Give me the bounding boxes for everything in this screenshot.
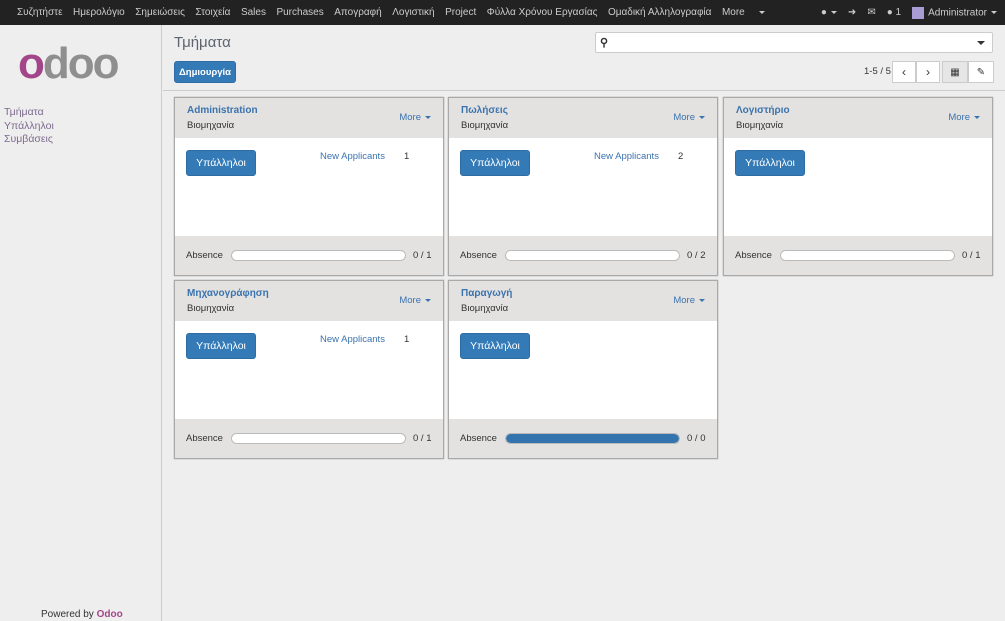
company-name: Βιομηχανία bbox=[461, 303, 509, 314]
main-content: Τμήματα Δημιουργία ⚲ 1-5 / 5 ‹ › ▦ ✎ Adm… bbox=[163, 25, 1005, 621]
create-button[interactable]: Δημιουργία bbox=[174, 61, 236, 83]
search-input[interactable]: ⚲ bbox=[595, 32, 993, 53]
sidebar: odoo Τμήματα Υπάλληλοι Συμβάσεις Powered… bbox=[0, 25, 162, 621]
department-name[interactable]: Administration bbox=[187, 105, 258, 116]
sidebar-item-departments[interactable]: Τμήματα bbox=[4, 106, 54, 120]
absence-progress-bar bbox=[780, 250, 955, 261]
absence-count: 0 / 1 bbox=[962, 250, 981, 261]
menu-item[interactable]: Purchases bbox=[276, 7, 323, 18]
absence-label: Absence bbox=[460, 433, 497, 444]
pager-value[interactable]: 1-5 / 5 bbox=[864, 66, 891, 77]
mail-icon[interactable]: ✉ bbox=[867, 7, 875, 18]
more-dropdown[interactable]: More bbox=[673, 295, 705, 306]
app-menu: Συζητήστε Ημερολόγιο Σημειώσεις Στοιχεία Sal… bbox=[0, 7, 786, 18]
absence-progress-fill bbox=[506, 434, 679, 443]
absence-count: 0 / 2 bbox=[687, 250, 706, 261]
menu-item[interactable]: Στοιχεία bbox=[195, 7, 230, 18]
switch-icon[interactable]: ➜ bbox=[848, 7, 856, 18]
absence-progress-bar bbox=[505, 433, 680, 444]
department-name[interactable]: Πωλήσεις bbox=[461, 105, 508, 116]
absence-progress-bar bbox=[231, 433, 406, 444]
menu-item[interactable]: Συζητήστε bbox=[17, 7, 63, 18]
powered-prefix: Powered by bbox=[41, 609, 94, 620]
sidebar-item-employees[interactable]: Υπάλληλοι bbox=[4, 120, 54, 134]
department-card[interactable]: Λογιστήριο Βιομηχανία More Υπάλληλοι Abse… bbox=[723, 97, 993, 276]
menu-more-label: More bbox=[721, 7, 745, 18]
menu-item[interactable]: Λογιστική bbox=[392, 7, 434, 18]
user-menu[interactable]: Administrator bbox=[912, 6, 997, 19]
department-card[interactable]: Πωλήσεις Βιομηχανία More Υπάλληλοι New Ap… bbox=[448, 97, 718, 276]
company-name: Βιομηχανία bbox=[461, 120, 509, 131]
department-card[interactable]: Administration Βιομηχανία More Υπάλληλοι… bbox=[174, 97, 444, 276]
company-name: Βιομηχανία bbox=[736, 120, 784, 131]
menu-item[interactable]: Sales bbox=[241, 7, 266, 18]
more-label: More bbox=[399, 295, 421, 306]
menu-item[interactable]: Απογραφή bbox=[334, 7, 382, 18]
company-name: Βιομηχανία bbox=[187, 303, 235, 314]
more-dropdown[interactable]: More bbox=[673, 112, 705, 123]
absence-label: Absence bbox=[186, 250, 223, 261]
page-title: Τμήματα bbox=[174, 34, 231, 51]
pager-previous-button[interactable]: ‹ bbox=[892, 61, 916, 83]
absence-label: Absence bbox=[186, 433, 223, 444]
employees-button[interactable]: Υπάλληλοι bbox=[735, 150, 805, 176]
department-name[interactable]: Μηχανογράφηση bbox=[187, 288, 269, 299]
avatar bbox=[912, 6, 925, 19]
more-label: More bbox=[399, 112, 421, 123]
new-applicants-link[interactable]: New Applicants bbox=[594, 151, 659, 162]
company-name: Βιομηχανία bbox=[187, 120, 235, 131]
divider bbox=[163, 90, 1005, 91]
department-card[interactable]: Μηχανογράφηση Βιομηχανία More Υπάλληλοι N… bbox=[174, 280, 444, 459]
more-dropdown[interactable]: More bbox=[399, 295, 431, 306]
department-name[interactable]: Λογιστήριο bbox=[736, 105, 790, 116]
menu-item[interactable]: Φύλλα Χρόνου Εργασίας bbox=[487, 7, 598, 18]
search-dropdown-icon[interactable] bbox=[977, 41, 985, 45]
employees-button[interactable]: Υπάλληλοι bbox=[186, 150, 256, 176]
menu-item[interactable]: Project bbox=[445, 7, 476, 18]
absence-progress-bar bbox=[231, 250, 406, 261]
user-name: Administrator bbox=[928, 7, 987, 19]
odoo-logo[interactable]: odoo bbox=[18, 39, 120, 89]
powered-link[interactable]: Odoo bbox=[97, 609, 123, 620]
pager-next-button[interactable]: › bbox=[916, 61, 940, 83]
more-label: More bbox=[948, 112, 970, 123]
new-applicants-link[interactable]: New Applicants bbox=[320, 334, 385, 345]
sidebar-item-contracts[interactable]: Συμβάσεις bbox=[4, 133, 54, 147]
kanban-view-button[interactable]: ▦ bbox=[942, 61, 968, 83]
search-icon: ⚲ bbox=[600, 37, 609, 49]
absence-progress-bar bbox=[505, 250, 680, 261]
more-dropdown[interactable]: More bbox=[399, 112, 431, 123]
help-icon[interactable]: ● bbox=[821, 7, 837, 18]
more-label: More bbox=[673, 295, 695, 306]
menu-item[interactable]: Σημειώσεις bbox=[135, 7, 185, 18]
absence-label: Absence bbox=[735, 250, 772, 261]
powered-by: Powered by Odoo bbox=[41, 609, 123, 620]
more-label: More bbox=[673, 112, 695, 123]
department-name[interactable]: Παραγωγή bbox=[461, 288, 512, 299]
employees-button[interactable]: Υπάλληλοι bbox=[460, 150, 530, 176]
messages-button[interactable]: ● 1 bbox=[887, 7, 901, 18]
employees-button[interactable]: Υπάλληλοι bbox=[186, 333, 256, 359]
menu-item[interactable]: Ομαδική Αλληλογραφία bbox=[608, 7, 712, 18]
menu-more[interactable]: More bbox=[722, 7, 776, 18]
new-applicants-count: 1 bbox=[404, 334, 410, 345]
department-card[interactable]: Παραγωγή Βιομηχανία More Υπάλληλοι Absenc… bbox=[448, 280, 718, 459]
absence-label: Absence bbox=[460, 250, 497, 261]
absence-count: 0 / 1 bbox=[413, 250, 432, 261]
employees-button[interactable]: Υπάλληλοι bbox=[460, 333, 530, 359]
more-dropdown[interactable]: More bbox=[948, 112, 980, 123]
form-view-button[interactable]: ✎ bbox=[968, 61, 994, 83]
absence-count: 0 / 0 bbox=[687, 433, 706, 444]
absence-count: 0 / 1 bbox=[413, 433, 432, 444]
new-applicants-count: 2 bbox=[678, 151, 684, 162]
new-applicants-link[interactable]: New Applicants bbox=[320, 151, 385, 162]
top-navbar: Συζητήστε Ημερολόγιο Σημειώσεις Στοιχεία Sal… bbox=[0, 0, 1005, 25]
messages-count: 1 bbox=[895, 7, 902, 18]
chat-icon: ● bbox=[886, 7, 893, 18]
menu-item[interactable]: Ημερολόγιο bbox=[73, 7, 125, 18]
new-applicants-count: 1 bbox=[404, 151, 410, 162]
